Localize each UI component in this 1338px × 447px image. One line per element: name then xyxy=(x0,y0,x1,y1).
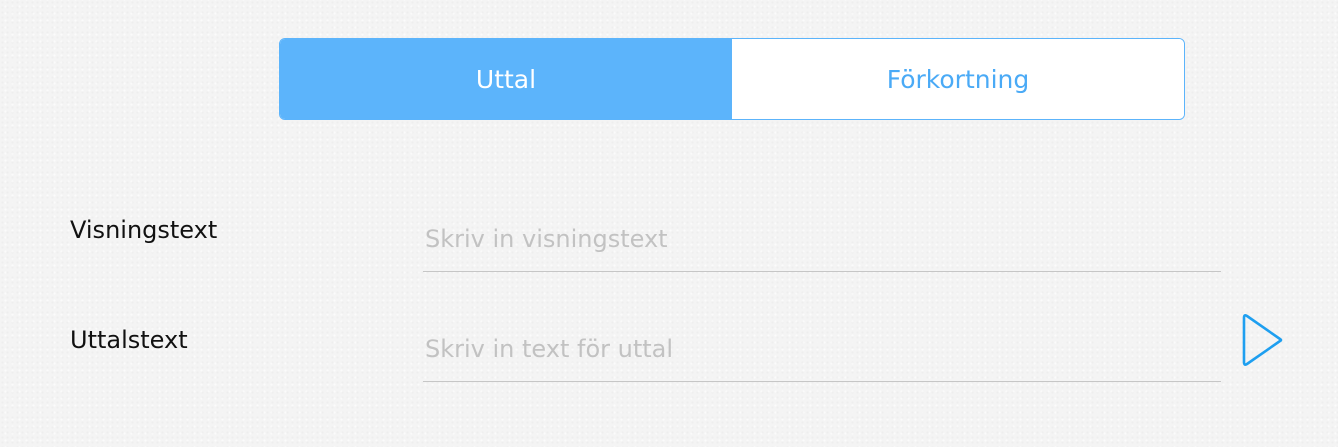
play-button[interactable] xyxy=(1238,310,1288,370)
pronunciation-text-label: Uttalstext xyxy=(70,326,188,354)
segment-uttal[interactable]: Uttal xyxy=(280,39,732,119)
pronunciation-text-row: Uttalstext xyxy=(0,310,1338,410)
play-icon xyxy=(1242,314,1283,366)
pronunciation-text-input[interactable] xyxy=(423,316,1221,382)
segmented-control: Uttal Förkortning xyxy=(279,38,1185,120)
display-text-row: Visningstext xyxy=(0,200,1338,300)
display-text-label: Visningstext xyxy=(70,216,218,244)
segment-forkortning[interactable]: Förkortning xyxy=(732,39,1184,119)
display-text-input[interactable] xyxy=(423,206,1221,272)
